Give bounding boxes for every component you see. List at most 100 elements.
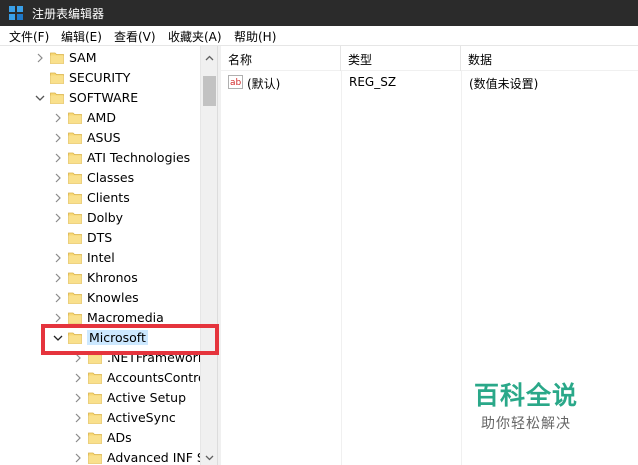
tree-item[interactable]: ATI Technologies [0, 148, 200, 168]
tree-item-label: SAM [69, 50, 97, 65]
chevron-right-icon[interactable] [52, 171, 64, 185]
folder-icon [68, 291, 82, 304]
svg-text:ab: ab [230, 78, 242, 88]
registry-tree[interactable]: SAM SECURITY SOFTWARE AMD ASUS ATI Technologi… [0, 46, 217, 465]
scroll-thumb[interactable] [203, 76, 216, 106]
column-type-label: 类型 [348, 53, 373, 67]
string-value-icon: ab [228, 75, 243, 89]
folder-icon [68, 151, 82, 164]
menu-view[interactable]: 查看(V) [114, 28, 156, 45]
value-data: (数值未设置) [469, 77, 539, 91]
chevron-right-icon[interactable] [52, 311, 64, 325]
watermark: 百科全说 助你轻松解决 [462, 376, 602, 438]
chevron-right-icon[interactable] [52, 251, 64, 265]
tree-item-label: Clients [87, 190, 130, 205]
watermark-title: 百科全说 [474, 381, 579, 410]
scroll-down-icon[interactable] [205, 451, 214, 461]
folder-icon [68, 131, 82, 144]
folder-icon [88, 431, 102, 444]
tree-item-label: Dolby [87, 210, 124, 225]
value-type: REG_SZ [349, 75, 397, 89]
column-name[interactable]: 名称 [221, 46, 341, 71]
regedit-icon [9, 6, 23, 20]
chevron-right-icon[interactable] [52, 211, 64, 225]
folder-icon [68, 191, 82, 204]
tree-item-label: DTS [87, 230, 113, 245]
tree-item[interactable]: AccountsControl [0, 368, 209, 388]
tree-item[interactable]: Classes [0, 168, 200, 188]
tree-item-label: Knowles [87, 290, 139, 305]
tree-item[interactable]: ADs [0, 428, 200, 448]
menu-file[interactable]: 文件(F) [9, 28, 49, 45]
folder-icon [68, 251, 82, 264]
chevron-right-icon[interactable] [52, 151, 64, 165]
tree-item[interactable]: AMD [0, 108, 200, 128]
chevron-right-icon[interactable] [52, 131, 64, 145]
tree-item-label: Classes [87, 170, 135, 185]
tree-item[interactable]: Advanced INF Setup [0, 448, 217, 465]
chevron-right-icon[interactable] [34, 51, 46, 65]
menu-favorites[interactable]: 收藏夹(A) [168, 28, 222, 45]
tree-item-label: ADs [107, 430, 132, 445]
tree-scrollbar[interactable] [200, 46, 217, 465]
folder-icon [68, 211, 82, 224]
tree-item[interactable]: ActiveSync [0, 408, 200, 428]
folder-icon [88, 411, 102, 424]
tree-item[interactable]: Knowles [0, 288, 200, 308]
scroll-up-icon[interactable] [205, 52, 214, 61]
folder-icon [88, 391, 102, 404]
tree-item-label: Macromedia [87, 310, 164, 325]
tree-item[interactable]: SECURITY [0, 68, 200, 88]
watermark-subtitle: 助你轻松解决 [481, 416, 571, 432]
folder-icon [68, 271, 82, 284]
tree-item[interactable]: SOFTWARE [0, 88, 200, 108]
chevron-right-icon[interactable] [52, 271, 64, 285]
list-row[interactable]: ab (默认) REG_SZ (数值未设置) [221, 72, 638, 92]
tree-item[interactable]: Clients [0, 188, 200, 208]
folder-icon [68, 171, 82, 184]
menu-help[interactable]: 帮助(H) [234, 28, 276, 45]
tree-item[interactable]: Dolby [0, 208, 200, 228]
folder-icon [88, 371, 102, 384]
column-data[interactable]: 数据 [461, 46, 638, 71]
title-bar: 注册表编辑器 [0, 0, 638, 26]
tree-item-label: Khronos [87, 270, 138, 285]
tree-item[interactable]: Khronos [0, 268, 200, 288]
folder-icon [88, 451, 102, 464]
chevron-down-icon[interactable] [34, 91, 46, 105]
tree-item[interactable]: ASUS [0, 128, 200, 148]
chevron-right-icon[interactable] [72, 451, 84, 465]
tree-item[interactable]: SAM [0, 48, 200, 68]
column-type[interactable]: 类型 [341, 46, 461, 71]
tree-item[interactable]: DTS [0, 228, 200, 248]
chevron-right-icon[interactable] [52, 291, 64, 305]
folder-icon [50, 91, 64, 104]
tree-item-label: AMD [87, 110, 116, 125]
chevron-right-icon[interactable] [72, 391, 84, 405]
tree-item[interactable]: Intel [0, 248, 200, 268]
folder-icon [50, 51, 64, 64]
chevron-right-icon[interactable] [52, 191, 64, 205]
chevron-right-icon[interactable] [72, 431, 84, 445]
folder-icon [50, 71, 64, 84]
value-name: (默认) [247, 77, 281, 91]
menu-edit[interactable]: 编辑(E) [61, 28, 102, 45]
tree-item-label: ActiveSync [107, 410, 176, 425]
tree-item-label: SOFTWARE [69, 90, 139, 105]
window-title: 注册表编辑器 [32, 7, 105, 21]
tree-item-label: Active Setup [107, 390, 187, 405]
tree-item[interactable]: Active Setup [0, 388, 200, 408]
column-data-label: 数据 [468, 53, 493, 67]
chevron-right-icon[interactable] [72, 411, 84, 425]
tree-item-label: Intel [87, 250, 115, 265]
menu-bar: 文件(F) 编辑(E) 查看(V) 收藏夹(A) 帮助(H) [0, 26, 638, 46]
list-header: 名称 类型 数据 [221, 46, 638, 71]
column-name-label: 名称 [228, 53, 253, 67]
chevron-right-icon[interactable] [52, 111, 64, 125]
tree-item-label: AccountsControl [107, 370, 210, 385]
folder-icon [68, 311, 82, 324]
tree-item-label: ATI Technologies [87, 150, 191, 165]
chevron-right-icon[interactable] [72, 371, 84, 385]
column-divider [341, 71, 342, 465]
tree-item-label: SECURITY [69, 70, 131, 85]
